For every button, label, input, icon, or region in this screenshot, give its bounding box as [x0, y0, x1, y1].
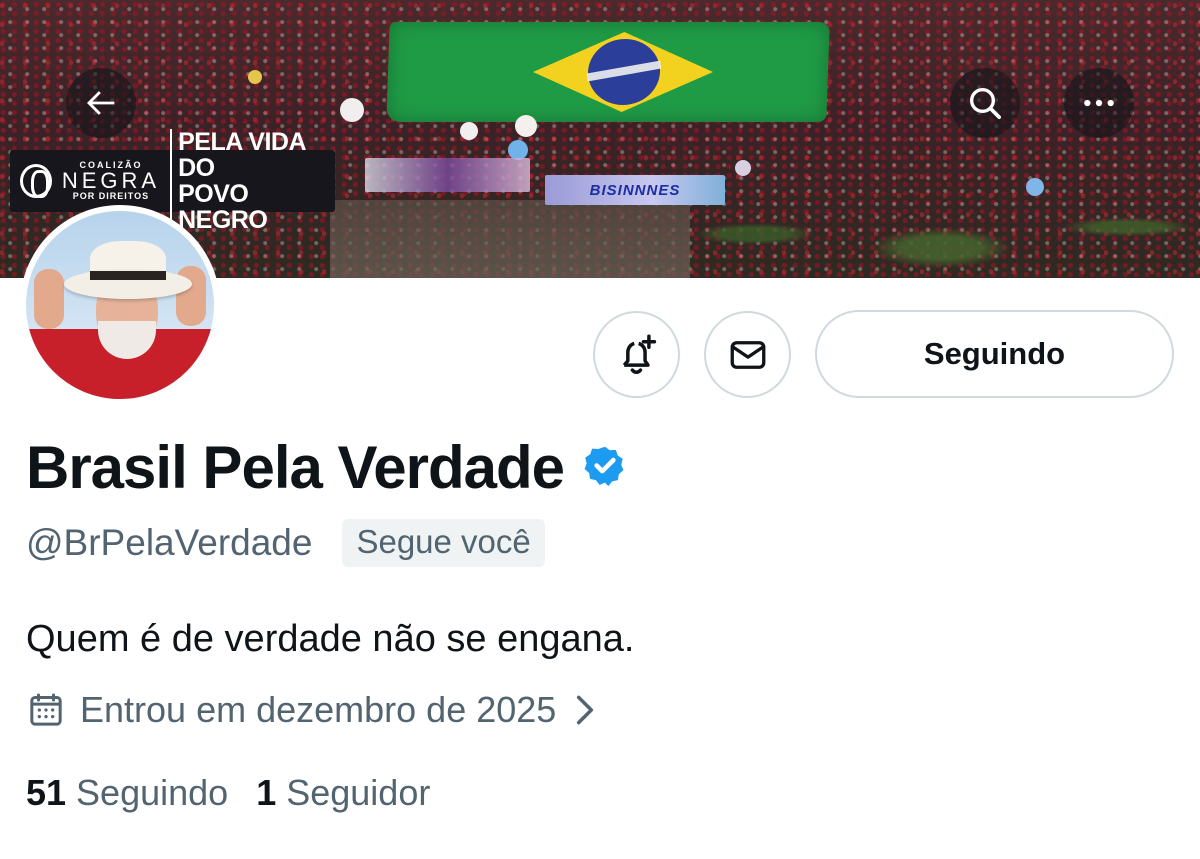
balloon	[340, 98, 364, 122]
avatar[interactable]	[20, 205, 220, 405]
back-arrow-icon	[87, 91, 115, 115]
followers-label: Seguidor	[286, 772, 431, 813]
search-button[interactable]	[950, 68, 1020, 138]
following-button[interactable]: Seguindo	[815, 310, 1174, 398]
handle-row: @BrPelaVerdade Segue você	[26, 519, 545, 567]
name-row: Brasil Pela Verdade	[26, 432, 630, 504]
message-envelope-icon	[730, 340, 765, 369]
balloon	[1026, 178, 1044, 196]
search-icon	[970, 88, 1001, 119]
balloon	[508, 140, 528, 160]
user-handle: @BrPelaVerdade	[26, 522, 313, 563]
bio: Quem é de verdade não se engana.	[26, 618, 635, 660]
followers-stat[interactable]: 1 Seguidor	[256, 768, 430, 818]
banner-strip-text: BISINNNES	[545, 175, 725, 205]
banner-sign: COALIZÃO NEGRA POR DIREITOS PELA VIDA DO…	[10, 129, 335, 233]
brazil-flag	[386, 22, 830, 122]
notification-bell-plus-icon	[622, 334, 656, 374]
banner-strip	[365, 158, 530, 192]
balloon	[515, 115, 537, 137]
joined-date[interactable]: Entrou em dezembro de 2025	[26, 685, 600, 735]
more-button[interactable]	[1064, 68, 1134, 138]
message-button[interactable]	[704, 311, 791, 398]
balloon	[248, 70, 262, 84]
calendar-icon	[30, 693, 62, 726]
joined-text: Entrou em dezembro de 2025	[80, 689, 557, 730]
banner-road	[330, 200, 690, 278]
balloon	[735, 160, 751, 176]
followers-count: 1	[256, 772, 277, 813]
sign-org: COALIZÃO NEGRA POR DIREITOS	[61, 160, 161, 201]
follow-stats: 51 Seguindo 1 Seguidor	[26, 768, 430, 818]
display-name: Brasil Pela Verdade	[26, 434, 565, 501]
follows-you-badge: Segue você	[342, 519, 545, 567]
banner-trees	[600, 150, 1200, 278]
avatar-image	[26, 211, 214, 399]
notifications-button[interactable]	[593, 311, 680, 398]
sign-slogan: PELA VIDA DO POVO NEGRO	[170, 129, 335, 233]
more-icon	[1084, 99, 1114, 107]
following-stat[interactable]: 51 Seguindo	[26, 768, 228, 818]
verified-badge-icon	[584, 446, 624, 487]
balloon	[460, 122, 478, 140]
coalition-logo-icon	[20, 164, 52, 198]
back-button[interactable]	[66, 68, 136, 138]
following-label: Seguindo	[76, 772, 229, 813]
following-count: 51	[26, 772, 67, 813]
chevron-right-icon	[577, 695, 594, 725]
